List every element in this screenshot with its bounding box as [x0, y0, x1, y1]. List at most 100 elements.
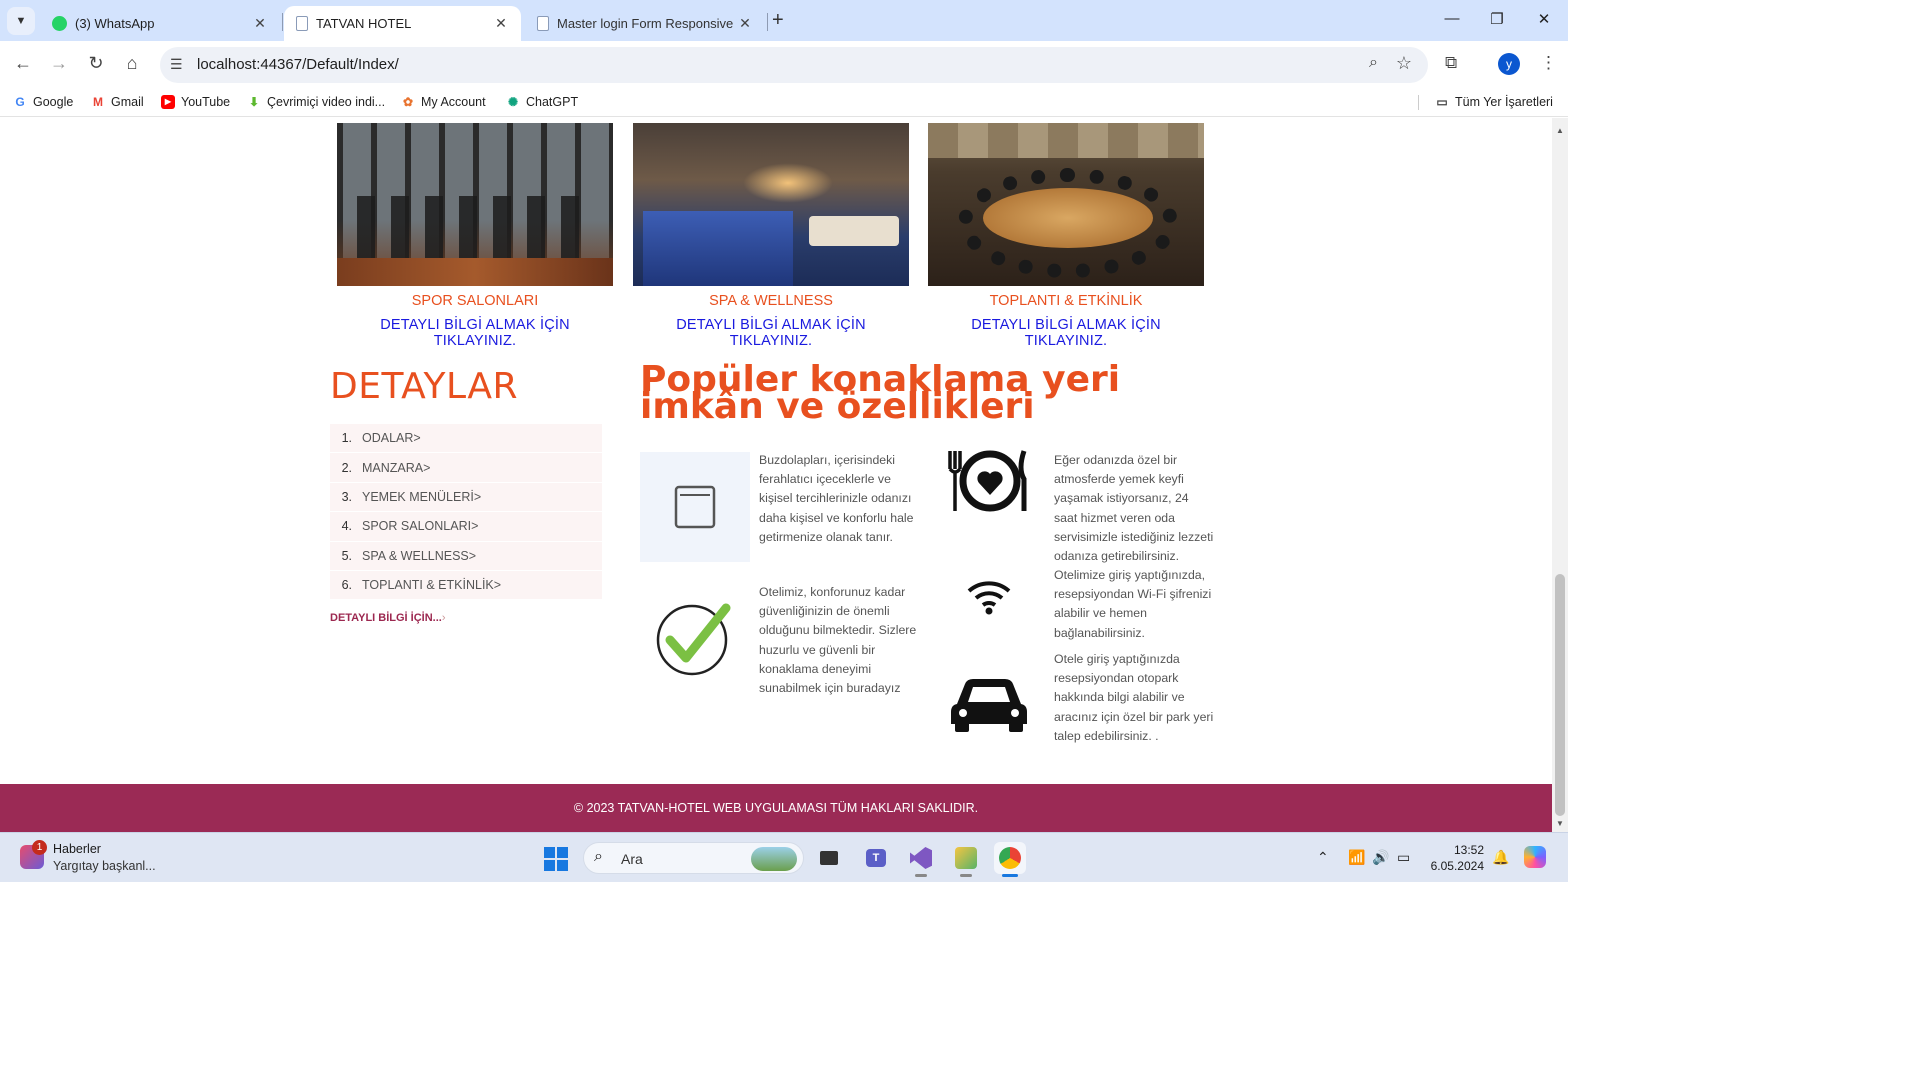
tab-tatvan-hotel[interactable]: TATVAN HOTEL ✕	[284, 6, 521, 41]
item-number: 6.	[341, 578, 352, 593]
close-icon[interactable]: ✕	[493, 15, 509, 32]
restore-button[interactable]: ❐	[1487, 10, 1507, 28]
tab-master-login[interactable]: Master login Form Responsive W ✕	[525, 6, 765, 41]
service-detail-link[interactable]: DETAYLI BİLGİ ALMAK İÇİN TIKLAYINIZ.	[337, 317, 613, 349]
gym-image[interactable]	[337, 123, 613, 286]
taskbar-teams[interactable]: T	[860, 842, 892, 874]
notification-bell-icon[interactable]: 🔔	[1492, 849, 1509, 866]
details-item-spa[interactable]: 5. SPA & WELLNESS>	[330, 542, 602, 571]
taskbar-task-view[interactable]	[813, 842, 845, 874]
start-button[interactable]	[544, 847, 568, 871]
meeting-image[interactable]	[928, 123, 1204, 286]
profile-avatar[interactable]: y	[1498, 53, 1520, 75]
scroll-up-icon[interactable]: ▲	[1556, 126, 1564, 135]
app-icon	[955, 847, 977, 869]
food-text: Eğer odanızda özel bir atmosferde yemek …	[1054, 453, 1214, 564]
item-number: 3.	[341, 489, 352, 504]
details-item-rooms[interactable]: 1. ODALAR>	[330, 424, 602, 454]
taskbar-app-extra[interactable]	[950, 842, 982, 877]
item-label: MANZARA>	[362, 460, 431, 475]
forward-button[interactable]: →	[48, 53, 70, 74]
news-widget-title[interactable]: Haberler	[53, 842, 101, 856]
zoom-icon[interactable]: ⌕	[1369, 54, 1378, 72]
bookmark-youtube[interactable]: ▶ YouTube	[161, 95, 230, 109]
windows-taskbar: 1 Haberler Yargıtay başkanl... ⌕ Ara T ⌃…	[0, 832, 1568, 882]
taskbar-search[interactable]: ⌕ Ara	[583, 842, 804, 874]
bookmark-star-icon[interactable]: ☆	[1396, 53, 1412, 74]
close-icon[interactable]: ✕	[737, 15, 753, 32]
scrollbar-thumb[interactable]	[1555, 574, 1565, 816]
spa-image[interactable]	[633, 123, 909, 286]
chrome-icon	[999, 847, 1021, 869]
details-item-meeting[interactable]: 6. TOPLANTI & ETKİNLİK>	[330, 571, 602, 601]
bookmark-label: ChatGPT	[526, 95, 579, 109]
details-item-menus[interactable]: 3. YEMEK MENÜLERİ>	[330, 483, 602, 513]
news-widget-headline[interactable]: Yargıtay başkanl...	[53, 859, 156, 873]
bookmark-gmail[interactable]: M Gmail	[91, 95, 144, 109]
windows-logo-pane	[557, 860, 568, 871]
details-item-view[interactable]: 2. MANZARA>	[330, 453, 602, 483]
volume-icon[interactable]: 🔊	[1372, 849, 1389, 866]
bookmark-label: Çevrimiçi video indi...	[267, 95, 386, 109]
tab-whatsapp[interactable]: (3) WhatsApp ✕	[40, 6, 280, 41]
tab-strip: ▼ (3) WhatsApp ✕ TATVAN HOTEL ✕ Master l…	[0, 0, 1568, 41]
details-more-link[interactable]: DETAYLI BİLGİ İÇİN...›	[330, 612, 446, 624]
service-detail-link[interactable]: DETAYLI BİLGİ ALMAK İÇİN TIKLAYINIZ.	[633, 317, 909, 349]
service-title: SPOR SALONLARI	[411, 293, 539, 309]
extensions-icon[interactable]: ⧉	[1445, 53, 1457, 73]
page-icon	[537, 16, 549, 31]
details-heading: DETAYLAR	[330, 366, 519, 407]
wifi-icon-box	[964, 573, 1014, 617]
bookmark-chatgpt[interactable]: ✺ ChatGPT	[506, 95, 578, 109]
item-label: SPA & WELLNESS>	[362, 548, 477, 563]
running-indicator	[960, 874, 972, 877]
search-icon: ⌕	[594, 848, 603, 865]
bookmark-google[interactable]: G Google	[13, 95, 73, 109]
notification-badge: 1	[32, 840, 47, 855]
close-window-button[interactable]: ✕	[1534, 10, 1554, 28]
item-label: SPOR SALONLARI>	[362, 519, 479, 534]
address-bar[interactable]: ☰ localhost:44367/Default/Index/ ⌕ ☆	[160, 47, 1428, 83]
tab-search-button[interactable]: ▼	[7, 7, 35, 35]
tray-overflow-icon[interactable]: ⌃	[1317, 849, 1329, 866]
close-icon[interactable]: ✕	[252, 15, 268, 32]
taskbar-chrome[interactable]	[994, 842, 1026, 877]
site-info-icon[interactable]: ☰	[170, 56, 183, 73]
system-clock[interactable]: 13:52 6.05.2024	[1424, 842, 1484, 874]
battery-icon[interactable]: ▭	[1397, 849, 1410, 866]
running-indicator	[915, 874, 927, 877]
bookmark-my-account[interactable]: ✿ My Account	[401, 95, 486, 109]
bookmark-label: Google	[33, 95, 74, 109]
home-button[interactable]: ⌂	[121, 53, 143, 74]
security-icon-box	[654, 598, 734, 678]
url-text[interactable]: localhost:44367/Default/Index/	[197, 56, 399, 73]
windows-logo-pane	[544, 860, 555, 871]
details-item-gym[interactable]: 4. SPOR SALONLARI>	[330, 512, 602, 542]
features-heading: Popüler konaklama yeri imkân ve özellikl…	[640, 359, 1121, 427]
scroll-down-icon[interactable]: ▼	[1556, 819, 1564, 828]
back-button[interactable]: ←	[12, 53, 34, 74]
item-label: TOPLANTI & ETKİNLİK>	[362, 578, 502, 593]
arrow-left-icon: ←	[14, 53, 32, 73]
bookmark-label: YouTube	[181, 95, 231, 109]
new-tab-button[interactable]: +	[772, 9, 784, 32]
browser-toolbar: ← → ↻ ⌂ ☰ localhost:44367/Default/Index/…	[0, 41, 1568, 88]
all-bookmarks-folder[interactable]: ▭ Tüm Yer İşaretleri	[1435, 95, 1553, 109]
minimize-button[interactable]: —	[1442, 10, 1462, 27]
bookmark-divider	[1418, 95, 1419, 110]
service-detail-link[interactable]: DETAYLI BİLGİ ALMAK İÇİN TIKLAYINIZ.	[928, 317, 1204, 349]
item-label: ODALAR>	[362, 431, 421, 446]
page-scrollbar[interactable]: ▲ ▼	[1552, 118, 1568, 832]
home-icon: ⌂	[126, 53, 138, 73]
item-number: 1.	[341, 431, 352, 446]
reload-button[interactable]: ↻	[85, 53, 107, 74]
wifi-tray-icon[interactable]: 📶	[1348, 849, 1365, 866]
bookmark-video-download[interactable]: ⬇ Çevrimiçi video indi...	[247, 95, 385, 109]
copilot-icon[interactable]	[1524, 846, 1546, 871]
item-number: 2.	[341, 460, 352, 475]
item-number: 4.	[341, 519, 352, 534]
taskbar-visual-studio[interactable]	[905, 842, 937, 877]
service-card-meeting: TOPLANTI & ETKİNLİK DETAYLI BİLGİ ALMAK …	[928, 123, 1204, 349]
windows-logo-pane	[544, 847, 555, 858]
menu-kebab-icon[interactable]: ⋮	[1540, 53, 1557, 73]
